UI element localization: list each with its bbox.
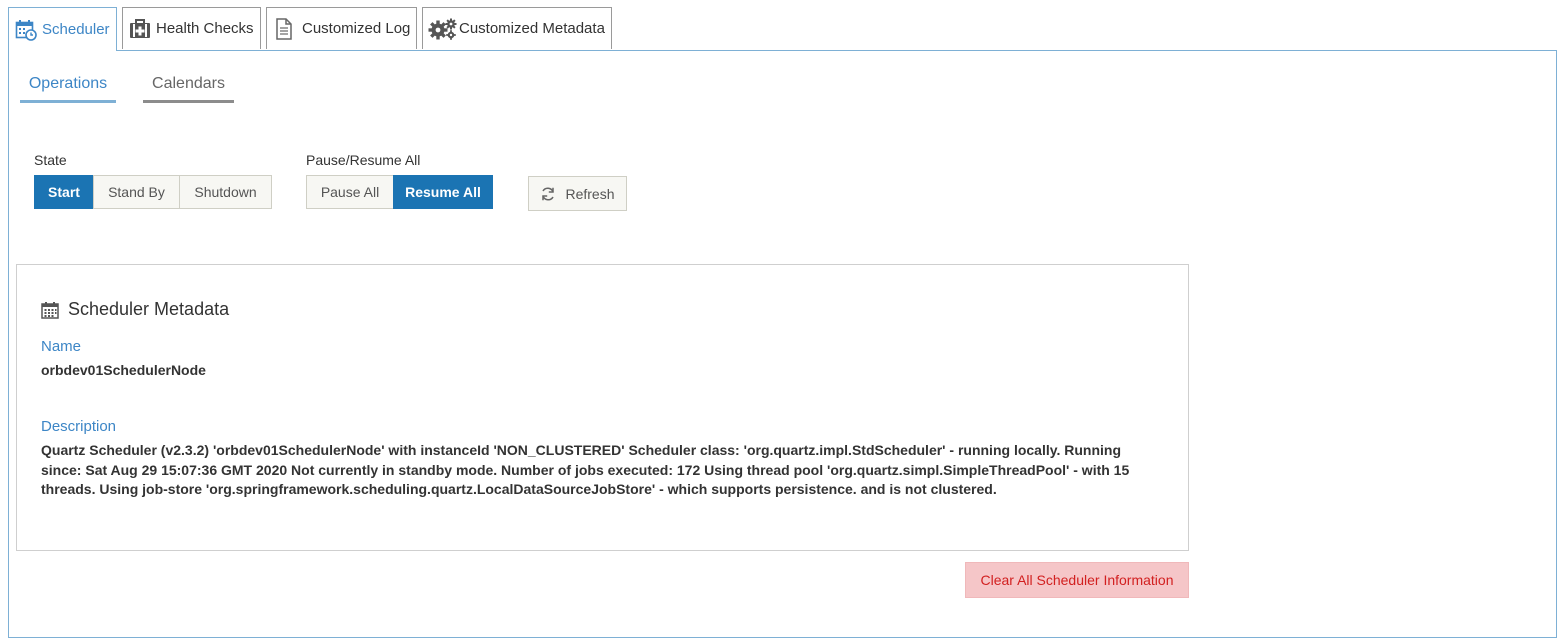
subtab-label: Operations [28,75,108,92]
calendar-icon [41,301,59,319]
resume-all-button[interactable]: Resume All [393,175,493,209]
subtab-calendars[interactable]: Calendars [143,75,234,103]
name-label: Name [41,338,82,355]
tab-label: Scheduler [42,21,110,38]
tab-customized-metadata[interactable]: Customized Metadata [422,7,612,49]
tab-scheduler[interactable]: Scheduler [8,7,117,51]
tab-label: Customized Log [302,20,411,37]
tab-customized-log[interactable]: Customized Log [266,7,417,49]
calendar-clock-icon [15,19,37,41]
state-label: State [34,152,67,168]
gears-icon [428,18,458,40]
document-icon [275,17,293,40]
description-value: Quartz Scheduler (v2.3.2) 'orbdev01Sched… [41,442,1130,497]
state-button-group: Start Stand By Shutdown [34,175,272,209]
pause-resume-button-group: Pause All Resume All [306,175,493,209]
metadata-header: Scheduler Metadata [41,299,229,320]
subtab-operations[interactable]: Operations [20,75,116,103]
shutdown-button[interactable]: Shutdown [179,175,272,209]
scheduler-panel: Operations Calendars State Start Stand B… [8,50,1557,638]
tab-health-checks[interactable]: Health Checks [122,7,261,49]
description-label: Description [41,418,117,435]
refresh-icon [540,186,556,202]
pause-all-button[interactable]: Pause All [306,175,394,209]
refresh-label: Refresh [565,185,615,202]
tab-label: Customized Metadata [459,20,605,37]
stand-by-button[interactable]: Stand By [93,175,180,209]
name-value: orbdev01SchedulerNode [41,362,206,378]
clear-all-scheduler-info-button[interactable]: Clear All Scheduler Information [965,562,1189,598]
pause-resume-label: Pause/Resume All [306,152,421,168]
scheduler-metadata-card: Scheduler Metadata Name orbdev01Schedule… [16,264,1189,551]
metadata-title: Scheduler Metadata [68,299,230,319]
tab-label: Health Checks [156,20,254,37]
subtab-label: Calendars [152,75,225,92]
refresh-button[interactable]: Refresh [528,176,627,211]
medical-kit-icon [129,18,151,40]
start-button[interactable]: Start [34,175,94,209]
